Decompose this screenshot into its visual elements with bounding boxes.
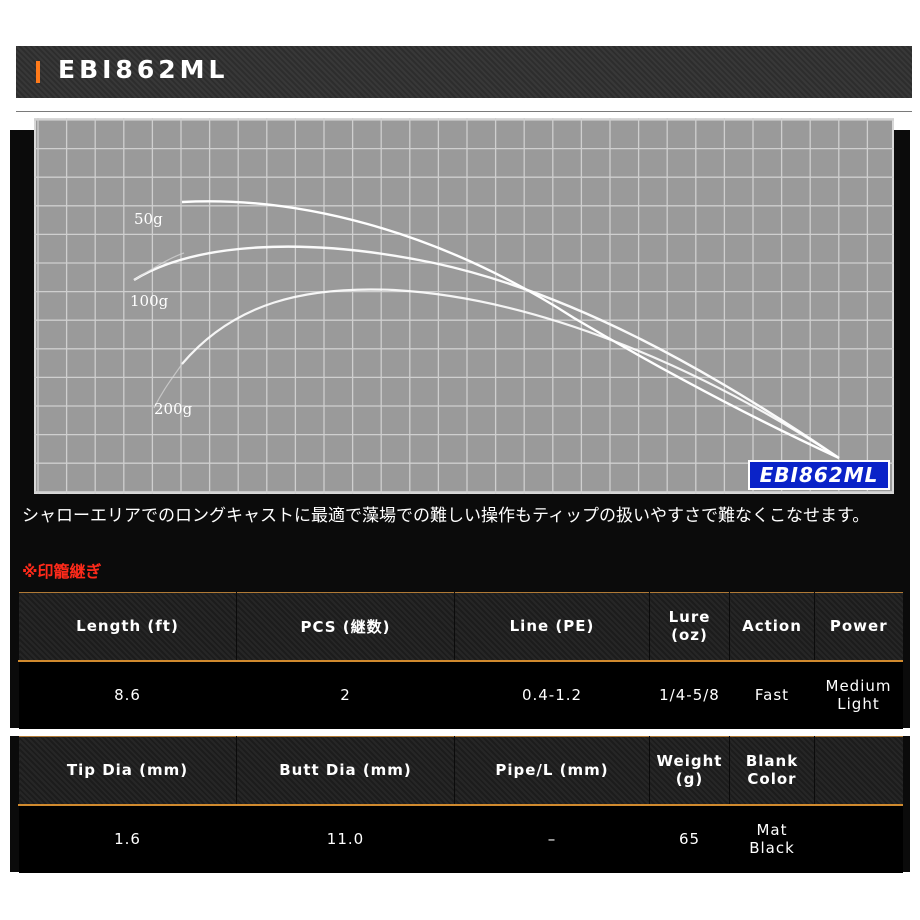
curve-100g (133, 245, 840, 459)
spec-table-2: Tip Dia (mm) Butt Dia (mm) Pipe/L (mm) W… (18, 736, 903, 873)
header-pcs: PCS (継数) (236, 592, 455, 661)
value-length: 8.6 (18, 660, 237, 729)
header-lure: Lure (oz) (649, 592, 730, 661)
header-blank-color: Blank Color (729, 736, 815, 805)
value-pcs: 2 (236, 660, 455, 729)
spec-table-2-value-row: 1.6 11.0 – 65 Mat Black (18, 804, 903, 873)
value-pipe: – (454, 804, 650, 873)
header-weight: Weight (g) (649, 736, 730, 805)
curve-200g (181, 288, 840, 459)
label-50g: 50g (134, 210, 163, 228)
value-action: Fast (729, 660, 815, 729)
bend-curve-svg: 50g 100g 200g (34, 118, 894, 494)
label-100g: 100g (130, 292, 169, 310)
header-empty (814, 736, 903, 805)
header-pipe: Pipe/L (mm) (454, 736, 650, 805)
value-lure: 1/4-5/8 (649, 660, 730, 729)
header-power: Power (814, 592, 903, 661)
description-text: シャローエリアでのロングキャストに最適で藻場での難しい操作もティップの扱いやすさ… (22, 506, 870, 526)
value-line: 0.4-1.2 (454, 660, 650, 729)
header-tip-dia: Tip Dia (mm) (18, 736, 237, 805)
spec-table-2-header-row: Tip Dia (mm) Butt Dia (mm) Pipe/L (mm) W… (18, 736, 903, 805)
value-blank-color: Mat Black (729, 804, 815, 873)
value-tip-dia: 1.6 (18, 804, 237, 873)
spec-table-1: Length (ft) PCS (継数) Line (PE) Lure (oz)… (18, 592, 903, 729)
curve-50g (181, 200, 840, 460)
title-accent-bar (36, 61, 40, 83)
label-200g: 200g (154, 400, 193, 418)
spec-table-1-header-row: Length (ft) PCS (継数) Line (PE) Lure (oz)… (18, 592, 903, 661)
divider (16, 111, 912, 112)
title-bar: EBI862ML (16, 46, 912, 98)
value-butt-dia: 11.0 (236, 804, 455, 873)
value-weight: 65 (649, 804, 730, 873)
header-action: Action (729, 592, 815, 661)
header-butt-dia: Butt Dia (mm) (236, 736, 455, 805)
chart-model-badge: EBI862ML (748, 460, 890, 490)
header-length: Length (ft) (18, 592, 237, 661)
value-empty (814, 804, 903, 873)
note-text: ※印籠継ぎ (22, 562, 102, 581)
value-power: Medium Light (814, 660, 903, 729)
page-title: EBI862ML (58, 55, 229, 84)
header-line: Line (PE) (454, 592, 650, 661)
spec-table-1-value-row: 8.6 2 0.4-1.2 1/4-5/8 Fast Medium Light (18, 660, 903, 729)
bend-curve-chart: 50g 100g 200g (34, 118, 894, 494)
